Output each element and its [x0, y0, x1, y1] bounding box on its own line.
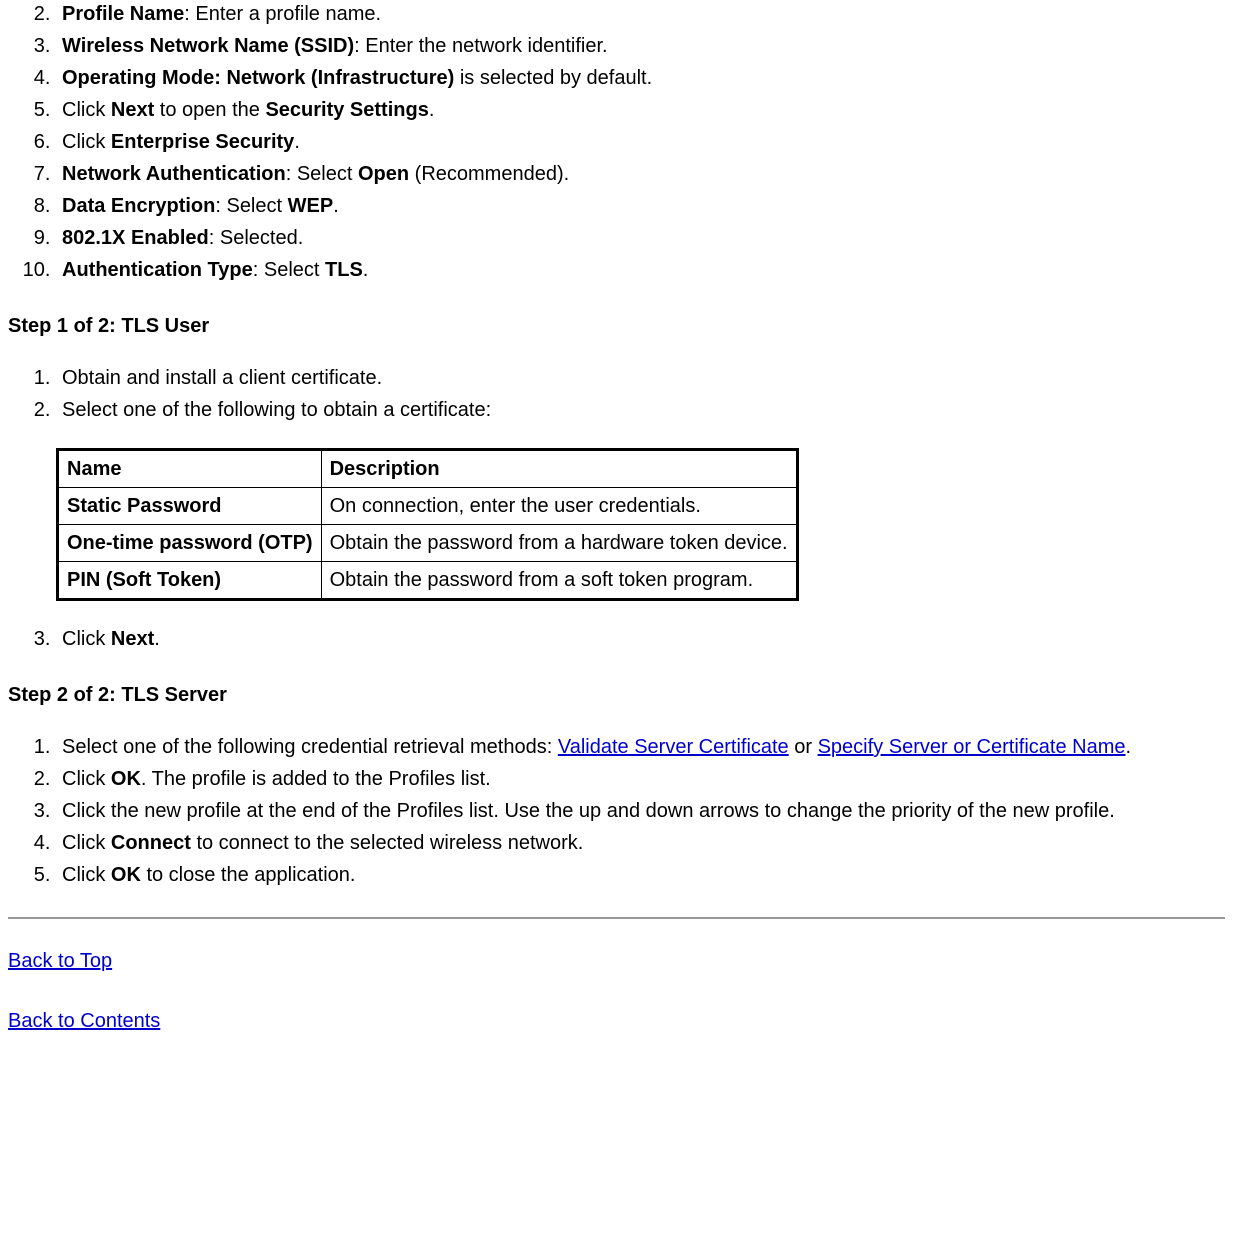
text: .	[154, 628, 160, 650]
field-label: 802.1X Enabled	[62, 227, 209, 249]
specify-server-or-certificate-name-link[interactable]: Specify Server or Certificate Name	[818, 736, 1126, 758]
field-text: : Enter a profile name.	[184, 3, 381, 25]
step2-list: Select one of the following credential r…	[8, 733, 1225, 889]
list-item: Select one of the following to obtain a …	[56, 396, 1225, 424]
table-row: Static Password On connection, enter the…	[58, 488, 798, 525]
text: .	[363, 259, 369, 281]
list-item: Click OK to close the application.	[56, 861, 1225, 889]
validate-server-certificate-link[interactable]: Validate Server Certificate	[558, 736, 789, 758]
field-label: Wireless Network Name (SSID)	[62, 35, 354, 57]
value-label: WEP	[288, 195, 334, 217]
list-item: Click OK. The profile is added to the Pr…	[56, 765, 1225, 793]
action-label: OK	[111, 768, 141, 790]
table-cell-description: Obtain the password from a hardware toke…	[321, 525, 797, 562]
action-label: Next	[111, 628, 154, 650]
table-cell-description: On connection, enter the user credential…	[321, 488, 797, 525]
back-to-contents-link[interactable]: Back to Contents	[8, 1010, 160, 1032]
text: Click	[62, 628, 111, 650]
list-item: Data Encryption: Select WEP.	[56, 192, 1225, 220]
text: : Select	[215, 195, 287, 217]
back-to-top-link[interactable]: Back to Top	[8, 950, 112, 972]
text: to open the	[154, 99, 265, 121]
step1-list: Obtain and install a client certificate.…	[8, 364, 1225, 424]
table-header-row: Name Description	[58, 450, 798, 488]
list-item: Profile Name: Enter a profile name.	[56, 0, 1225, 28]
table-header-description: Description	[321, 450, 797, 488]
text: : Select	[253, 259, 325, 281]
table-row: One-time password (OTP) Obtain the passw…	[58, 525, 798, 562]
text: .	[333, 195, 339, 217]
section-divider	[8, 917, 1225, 919]
step2-heading: Step 2 of 2: TLS Server	[8, 681, 1225, 709]
list-item: 802.1X Enabled: Selected.	[56, 224, 1225, 252]
certificate-options-table: Name Description Static Password On conn…	[56, 448, 799, 601]
text: to connect to the selected wireless netw…	[191, 832, 583, 854]
step1-list-continued: Click Next.	[8, 625, 1225, 653]
text: to close the application.	[141, 864, 356, 886]
table-cell-description: Obtain the password from a soft token pr…	[321, 562, 797, 600]
field-label: Network Authentication	[62, 163, 286, 185]
list-item: Click Connect to connect to the selected…	[56, 829, 1225, 857]
action-label: Connect	[111, 832, 191, 854]
target-label: Security Settings	[265, 99, 428, 121]
text: Click	[62, 832, 111, 854]
table-row: PIN (Soft Token) Obtain the password fro…	[58, 562, 798, 600]
list-item: Click the new profile at the end of the …	[56, 797, 1225, 825]
list-item: Authentication Type: Select TLS.	[56, 256, 1225, 284]
list-item: Click Enterprise Security.	[56, 128, 1225, 156]
list-item: Click Next to open the Security Settings…	[56, 96, 1225, 124]
list-item: Wireless Network Name (SSID): Enter the …	[56, 32, 1225, 60]
list-item: Network Authentication: Select Open (Rec…	[56, 160, 1225, 188]
table-cell-name: One-time password (OTP)	[58, 525, 322, 562]
text: Select one of the following credential r…	[62, 736, 558, 758]
list-item: Select one of the following credential r…	[56, 733, 1225, 761]
text: .	[1125, 736, 1131, 758]
list-item: Click Next.	[56, 625, 1225, 653]
field-label: Operating Mode: Network (Infrastructure)	[62, 67, 454, 89]
text: Click	[62, 864, 111, 886]
action-label: Enterprise Security	[111, 131, 294, 153]
table-cell-name: Static Password	[58, 488, 322, 525]
text: Click	[62, 768, 111, 790]
text: : Select	[286, 163, 358, 185]
text: (Recommended).	[409, 163, 569, 185]
field-text: : Selected.	[209, 227, 304, 249]
action-label: Next	[111, 99, 154, 121]
value-label: TLS	[325, 259, 363, 281]
list-item: Obtain and install a client certificate.	[56, 364, 1225, 392]
field-text: is selected by default.	[454, 67, 652, 89]
field-text: : Enter the network identifier.	[354, 35, 607, 57]
list-item: Operating Mode: Network (Infrastructure)…	[56, 64, 1225, 92]
field-label: Data Encryption	[62, 195, 215, 217]
text: .	[294, 131, 300, 153]
intro-steps-list: Profile Name: Enter a profile name. Wire…	[8, 0, 1225, 284]
field-label: Profile Name	[62, 3, 184, 25]
text: Click	[62, 131, 111, 153]
action-label: OK	[111, 864, 141, 886]
field-label: Authentication Type	[62, 259, 253, 281]
step1-heading: Step 1 of 2: TLS User	[8, 312, 1225, 340]
table-header-name: Name	[58, 450, 322, 488]
value-label: Open	[358, 163, 409, 185]
text: or	[789, 736, 818, 758]
table-cell-name: PIN (Soft Token)	[58, 562, 322, 600]
text: Click	[62, 99, 111, 121]
text: . The profile is added to the Profiles l…	[141, 768, 491, 790]
text: .	[429, 99, 435, 121]
